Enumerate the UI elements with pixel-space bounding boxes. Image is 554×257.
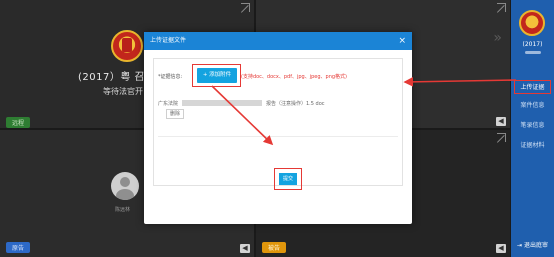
court-session-screen: (2017）粤 召 等待法官开 远程 » ◀ 陈远林 原告 ◀ 被告 ◀ (20… [0, 0, 554, 257]
arrow-to-submit [211, 85, 274, 146]
annotation-arrows [211, 77, 517, 146]
arrow-to-dialog [403, 77, 517, 87]
